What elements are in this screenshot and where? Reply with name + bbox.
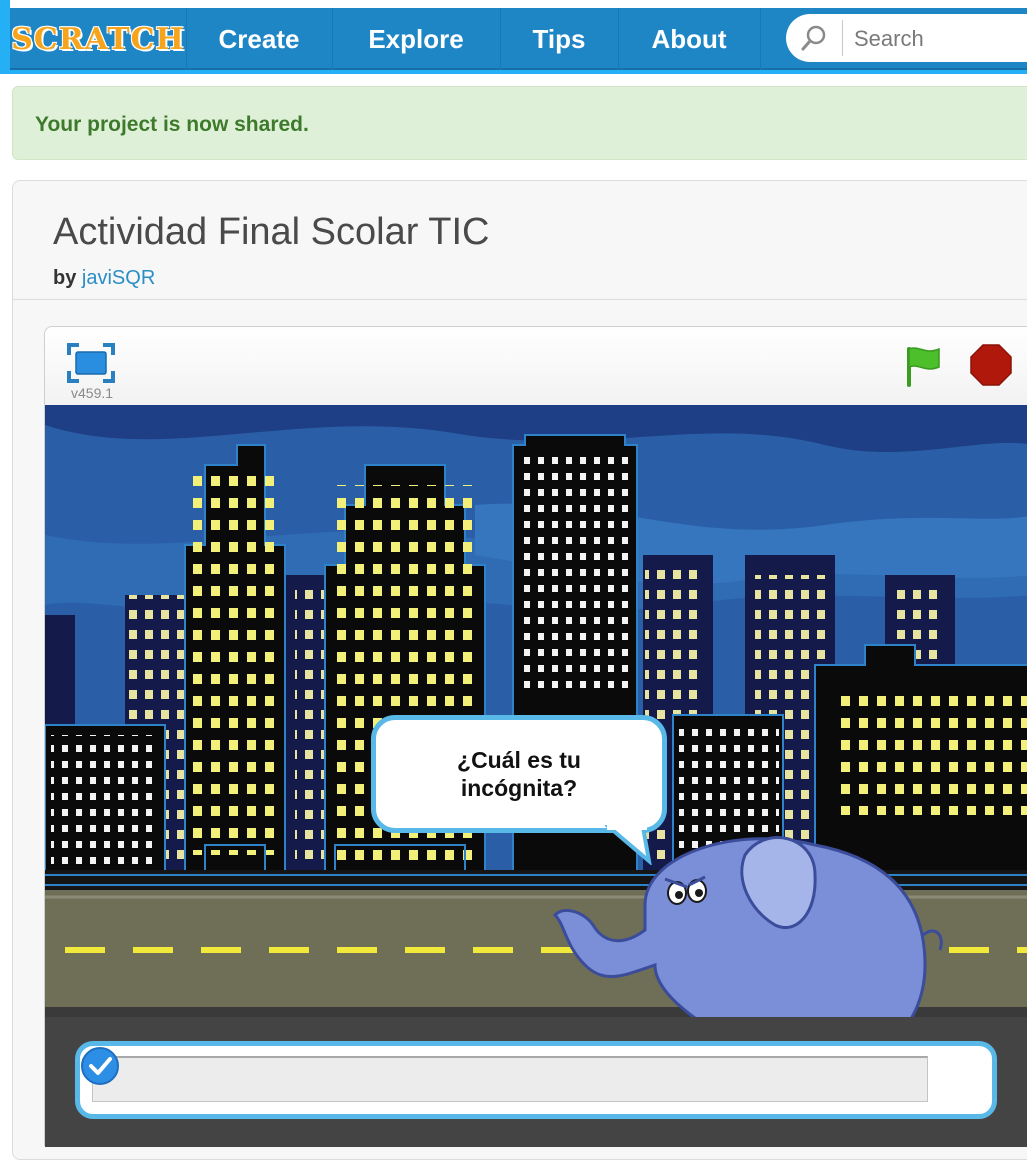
- ask-answer-area: [45, 1017, 1027, 1147]
- stop-icon[interactable]: [969, 343, 1013, 387]
- nav-create[interactable]: Create: [186, 8, 333, 70]
- search-icon[interactable]: [800, 24, 828, 52]
- scratch-logo[interactable]: SCRATCH: [10, 8, 187, 70]
- search-input[interactable]: [852, 20, 1027, 58]
- nav-explore[interactable]: Explore: [332, 8, 501, 70]
- answer-input[interactable]: [92, 1056, 928, 1102]
- green-flag-icon[interactable]: [901, 343, 945, 387]
- by-prefix: by: [53, 267, 77, 289]
- nav-bar: SCRATCH Create Explore Tips About: [10, 0, 1027, 70]
- banner-message: Your project is now shared.: [35, 113, 309, 136]
- project-player: v459.1 ¿Cuál es tu incógnita?: [44, 326, 1027, 1147]
- answer-box: [75, 1041, 997, 1119]
- nav-tips[interactable]: Tips: [500, 8, 619, 70]
- top-navigation: SCRATCH Create Explore Tips About: [0, 0, 1027, 74]
- version-label: v459.1: [71, 385, 114, 401]
- nav-about[interactable]: About: [618, 8, 761, 70]
- shared-success-banner: Your project is now shared.: [12, 86, 1027, 160]
- check-icon[interactable]: [80, 1046, 120, 1086]
- author-link[interactable]: javiSQR: [82, 267, 155, 289]
- search-box: [786, 14, 1027, 62]
- stage[interactable]: ¿Cuál es tu incógnita?: [45, 405, 1027, 1147]
- player-toolbar: v459.1: [45, 327, 1027, 405]
- project-byline: by javiSQR: [53, 267, 155, 290]
- speech-bubble: ¿Cuál es tu incógnita?: [371, 715, 667, 833]
- speech-text: ¿Cuál es tu incógnita?: [457, 747, 581, 801]
- fullscreen-icon[interactable]: [67, 343, 115, 383]
- project-title: Actividad Final Scolar TIC: [53, 211, 490, 253]
- project-header: Actividad Final Scolar TIC by javiSQR: [13, 181, 1027, 300]
- search-divider: [842, 20, 843, 56]
- speech-bubble-tail: [605, 825, 652, 865]
